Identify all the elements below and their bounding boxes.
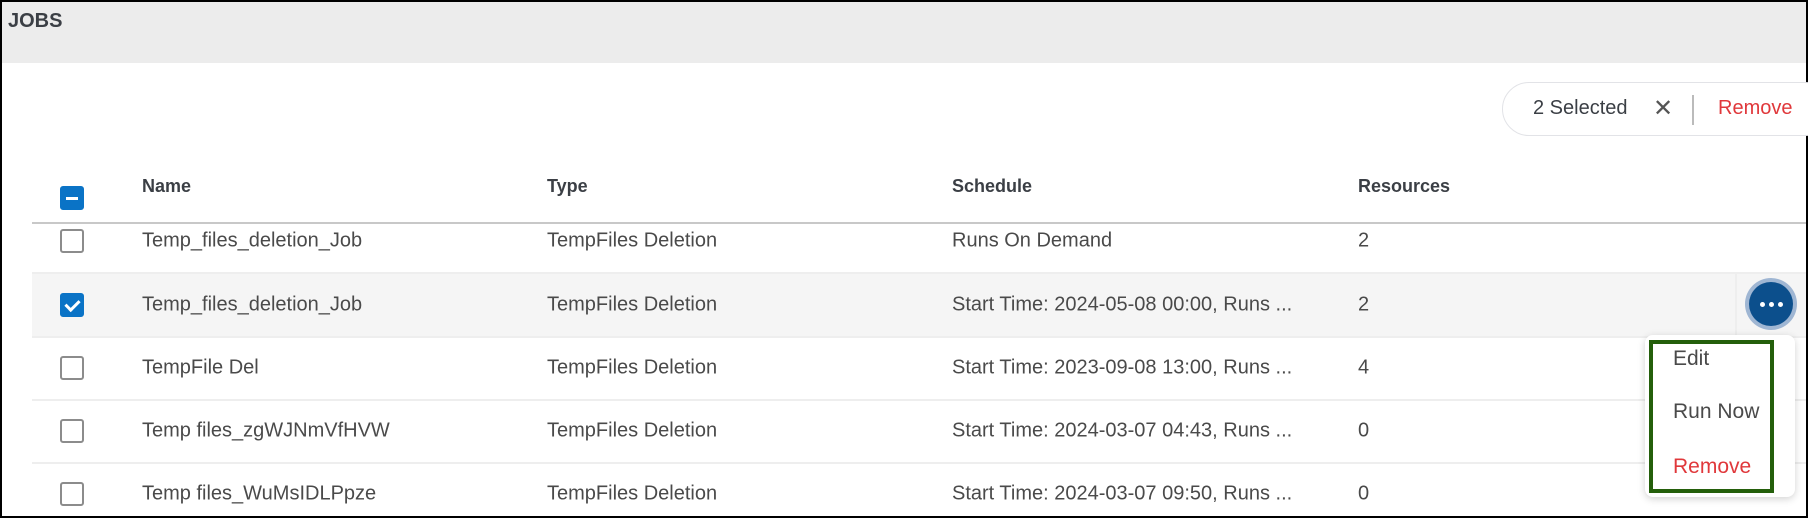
cell-type: TempFiles Deletion [547,229,718,252]
row-actions-button[interactable] [1749,282,1793,326]
selection-bar: 2 Selected ✕ Remove [1502,82,1808,136]
cell-resources: 2 [1358,229,1370,252]
cell-resources: 0 [1358,419,1370,442]
cell-resources: 2 [1358,293,1370,316]
table-row[interactable]: Temp files_WuMsIDLPpze TempFiles Deletio… [32,463,1806,525]
cell-schedule: Start Time: 2024-03-07 04:43, Runs ... [952,419,1293,442]
cell-name: Temp_files_deletion_Job [142,293,363,316]
cell-type: TempFiles Deletion [547,419,718,442]
table-row[interactable]: Temp files_zgWJNmVfHVW TempFiles Deletio… [32,400,1806,464]
row-checkbox[interactable] [60,419,84,443]
row-checkbox[interactable] [60,356,84,380]
column-header-schedule[interactable]: Schedule [952,176,1032,197]
divider [1692,95,1694,125]
table-row[interactable]: Temp_files_deletion_Job TempFiles Deleti… [32,210,1806,274]
cell-resources: 4 [1358,356,1370,379]
row-actions-menu: Edit Run Now Remove [1645,335,1795,497]
remove-selected-button[interactable]: Remove [1718,97,1792,120]
cell-schedule: Runs On Demand [952,229,1113,252]
row-checkbox[interactable] [60,229,84,253]
page-title: JOBS [8,10,63,32]
selected-count: 2 Selected [1533,97,1628,119]
table-row[interactable]: Temp_files_deletion_Job TempFiles Deleti… [32,274,1806,338]
cell-name: Temp files_WuMsIDLPpze [142,482,377,505]
row-checkbox[interactable] [60,293,84,317]
menu-item-remove[interactable]: Remove [1673,455,1751,479]
menu-item-edit[interactable]: Edit [1673,347,1709,371]
cell-type: TempFiles Deletion [547,482,718,505]
close-icon: ✕ [1653,95,1674,122]
cell-type: TempFiles Deletion [547,356,718,379]
select-all-checkbox[interactable] [60,186,84,210]
page-header: JOBS [2,2,1806,63]
cell-name: Temp_files_deletion_Job [142,229,363,252]
actions-column-divider [1735,274,1737,336]
cell-resources: 0 [1358,482,1370,505]
row-checkbox[interactable] [60,482,84,506]
column-header-name[interactable]: Name [142,176,191,197]
cell-name: Temp files_zgWJNmVfHVW [142,419,390,442]
cell-schedule: Start Time: 2024-05-08 00:00, Runs ... [952,293,1293,316]
column-header-resources[interactable]: Resources [1358,176,1450,197]
cell-type: TempFiles Deletion [547,293,718,316]
column-header-type[interactable]: Type [547,176,588,197]
cell-schedule: Start Time: 2024-03-07 09:50, Runs ... [952,482,1293,505]
table-row[interactable]: TempFile Del TempFiles Deletion Start Ti… [32,337,1806,401]
cell-schedule: Start Time: 2023-09-08 13:00, Runs ... [952,356,1293,379]
menu-item-run-now[interactable]: Run Now [1673,400,1759,424]
clear-selection-button[interactable]: ✕ [1653,94,1673,123]
cell-name: TempFile Del [142,356,259,379]
